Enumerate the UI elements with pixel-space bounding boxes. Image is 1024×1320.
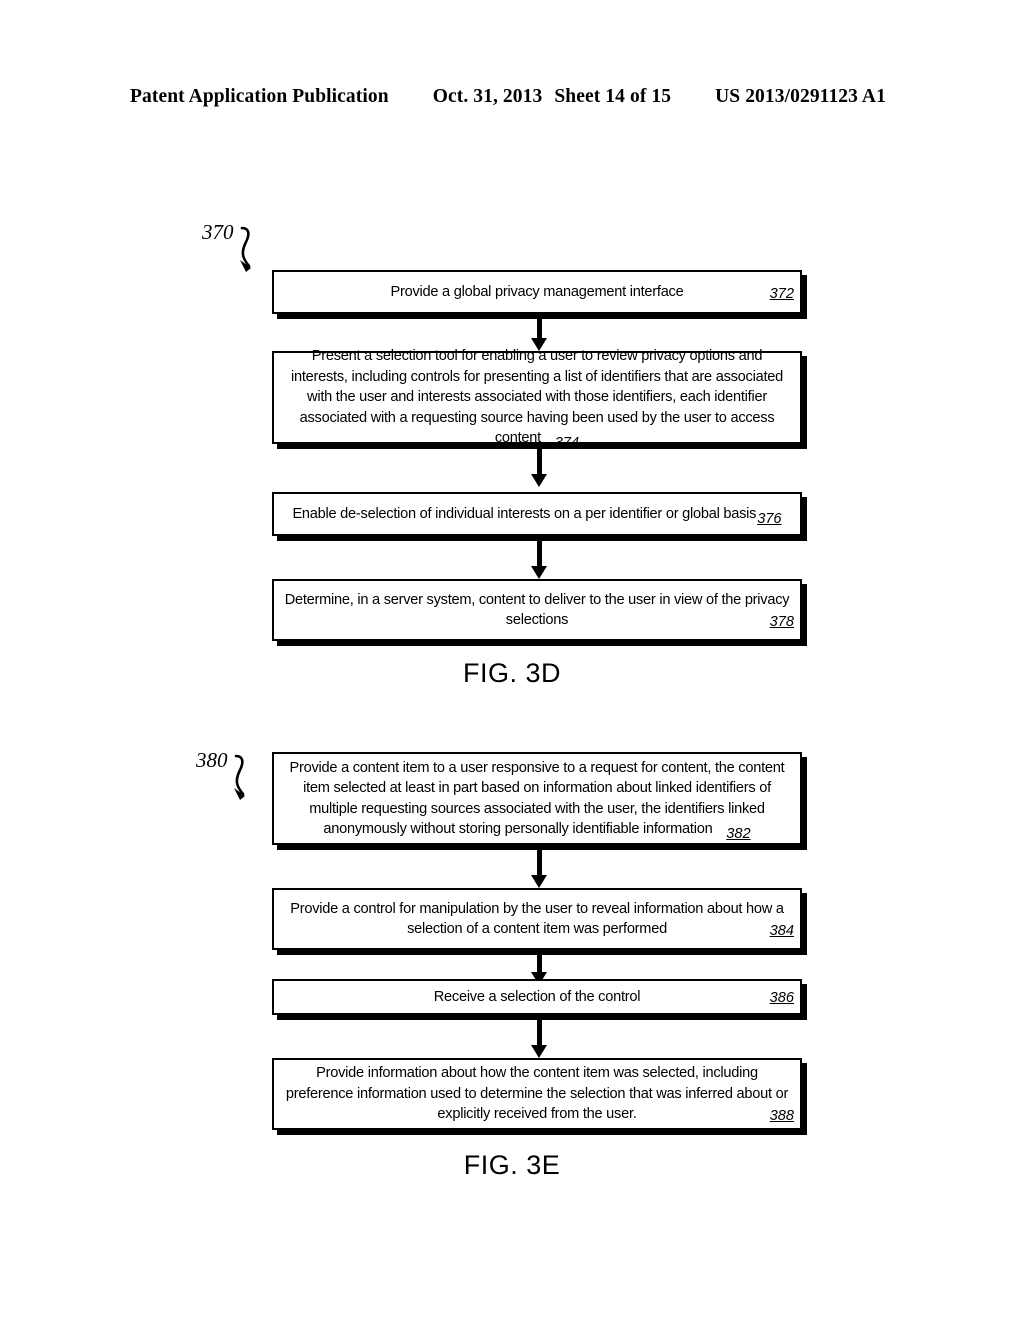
connector-arrow-stem	[536, 541, 542, 566]
figure-3d-caption: FIG. 3D	[462, 658, 561, 688]
flow-step-374-text: Present a selection tool for enabling a …	[291, 348, 783, 447]
flow-step-376-text: Enable de-selection of individual intere…	[292, 505, 757, 522]
flow-step-388: Provide information about how the conten…	[272, 1058, 802, 1130]
flow-step-388-ref: 388	[769, 1108, 794, 1125]
flow-step-386-text: Receive a selection of the control	[433, 988, 641, 1005]
header-date-label: Oct. 31, 2013	[432, 86, 543, 107]
flow-step-378-inner: Determine, in a server system, content t…	[274, 590, 800, 631]
flow-step-372: Provide a global privacy management inte…	[272, 270, 802, 314]
flow-step-382-inner: Provide a content item to a user respons…	[274, 758, 800, 843]
callout-370-leader-icon	[240, 226, 251, 272]
header-sheet-label: Sheet 14 of 15	[554, 86, 672, 107]
flow-step-386-ref: 386	[769, 989, 794, 1006]
flow-step-374: Present a selection tool for enabling a …	[272, 348, 802, 451]
connector-arrow-stem	[536, 850, 542, 875]
connector-arrow-stem	[536, 449, 542, 474]
connector-arrow-stem	[536, 955, 542, 972]
flow-step-382-ref: 382	[726, 826, 751, 842]
flow-step-384-text: Provide a control for manipulation by th…	[290, 900, 784, 938]
flow-step-374-ref: 374	[554, 435, 580, 452]
flow-step-388-text: Provide information about how the conten…	[285, 1065, 789, 1123]
connector-arrow-head-icon	[530, 1045, 547, 1058]
flow-step-372-ref: 372	[769, 285, 794, 302]
connector-arrow-head-icon	[530, 875, 547, 888]
connector-arrow-stem	[536, 1020, 542, 1045]
flow-step-372-text: Provide a global privacy management inte…	[390, 283, 684, 300]
flow-step-386: Receive a selection of the control 386	[272, 979, 802, 1015]
callout-380-leader-icon	[234, 754, 245, 800]
figure-3e-caption: FIG. 3E	[463, 1150, 561, 1180]
flow-step-378-text: Determine, in a server system, content t…	[284, 591, 790, 629]
flow-step-378: Determine, in a server system, content t…	[272, 579, 802, 641]
flow-step-376-ref: 376	[757, 510, 782, 527]
header-publication-label: Patent Application Publication	[130, 86, 389, 107]
flow-step-376: Enable de-selection of individual intere…	[272, 492, 802, 536]
flow-step-372-inner: Provide a global privacy management inte…	[274, 282, 800, 303]
flow-step-382-text: Provide a content item to a user respons…	[289, 759, 785, 838]
connector-arrow-stem	[536, 319, 542, 338]
connector-arrow-head-icon	[530, 474, 547, 487]
flow-step-384-ref: 384	[769, 923, 794, 939]
flow-step-384: Provide a control for manipulation by th…	[272, 888, 802, 950]
flow-step-378-ref: 378	[769, 614, 794, 630]
connector-arrow-head-icon	[530, 566, 547, 579]
flow-step-376-inner: Enable de-selection of individual intere…	[274, 504, 800, 527]
flow-step-388-inner: Provide information about how the conten…	[274, 1063, 800, 1125]
flow-step-374-inner: Present a selection tool for enabling a …	[274, 346, 800, 452]
flow-step-384-inner: Provide a control for manipulation by th…	[274, 899, 800, 940]
flow-step-382: Provide a content item to a user respons…	[272, 752, 802, 845]
page-header: Patent Application Publication Oct. 31, …	[130, 86, 890, 112]
header-patent-number: US 2013/0291123 A1	[715, 86, 886, 107]
flow-step-386-inner: Receive a selection of the control 386	[274, 987, 800, 1008]
